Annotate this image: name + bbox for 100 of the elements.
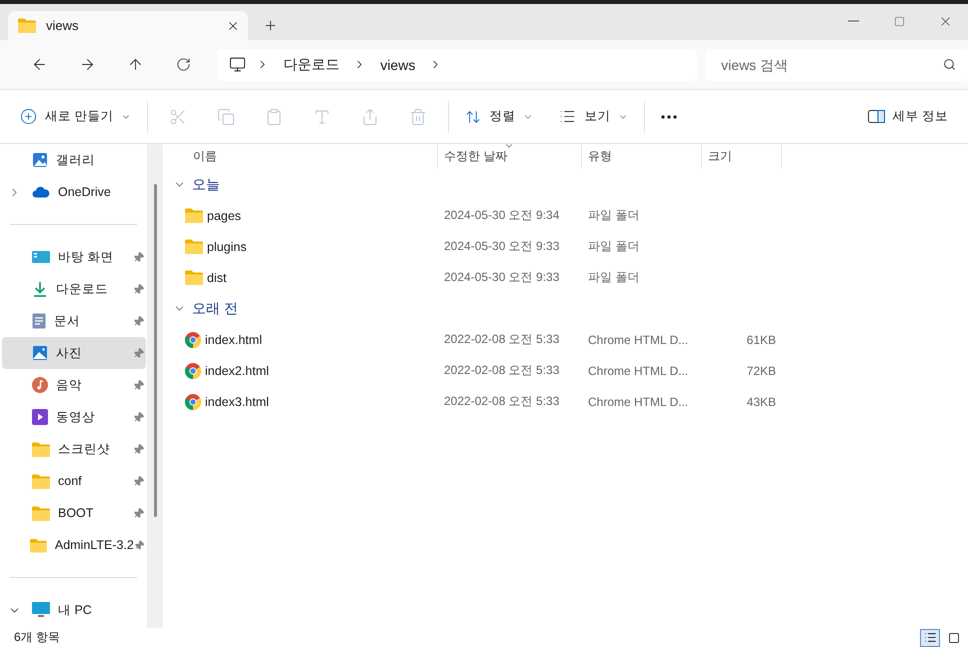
sidebar-item[interactable]: AdminLTE-3.2 — [2, 529, 146, 561]
sidebar-item[interactable]: 바탕 화면 — [2, 241, 146, 273]
file-name[interactable]: index3.html — [205, 394, 269, 408]
sidebar-item[interactable]: 스크린샷 — [2, 433, 146, 465]
gallery-icon — [32, 152, 48, 168]
sidebar-label: OneDrive — [58, 185, 112, 199]
browser-file-icon — [185, 394, 201, 410]
date-cell: 2022-02-08 오전 5:33 — [444, 393, 560, 410]
size-cell: 43KB — [746, 394, 776, 408]
monitor-icon — [229, 56, 246, 73]
folder-icon — [185, 239, 203, 254]
sidebar-label: 사진 — [56, 344, 83, 362]
download-icon — [32, 281, 48, 297]
group-header[interactable]: 오래 전 — [163, 293, 968, 324]
sidebar-item[interactable]: 동영상 — [2, 401, 146, 433]
sidebar-label: 갤러리 — [56, 152, 96, 168]
size-cell: 72KB — [746, 364, 776, 378]
paste-icon — [265, 108, 284, 126]
sidebar-item[interactable]: 음악 — [2, 369, 146, 401]
tab-title: views — [46, 18, 80, 33]
folder-icon — [32, 442, 50, 456]
sidebar-item[interactable]: 다운로드 — [2, 273, 146, 305]
size-cell: 61KB — [746, 332, 776, 346]
plus-circle-icon — [20, 108, 37, 125]
sidebar-label: 문서 — [54, 312, 81, 330]
sidebar-label: conf — [58, 474, 83, 488]
details-pane-button[interactable]: 세부 정보 — [858, 100, 958, 134]
group-header[interactable]: 오늘 — [163, 169, 968, 200]
folder-icon — [185, 270, 203, 285]
tile-icon — [948, 632, 960, 644]
file-name[interactable]: index.html — [205, 332, 262, 346]
rename-icon — [313, 108, 332, 126]
cloud-icon — [32, 186, 50, 198]
sidebar-item[interactable]: 갤러리 — [2, 144, 146, 176]
date-cell: 2022-02-08 오전 5:33 — [444, 362, 560, 379]
date-cell: 2022-02-08 오전 5:33 — [444, 331, 560, 348]
sidebar-label: 동영상 — [56, 408, 96, 426]
sort-button[interactable]: 정렬 — [455, 100, 544, 134]
sidebar-item[interactable]: OneDrive — [2, 176, 146, 208]
breadcrumb[interactable]: views — [376, 56, 420, 72]
date-cell: 2024-05-30 오전 9:34 — [444, 207, 560, 224]
sidebar-item[interactable]: 내 PC — [2, 594, 146, 626]
column-header[interactable]: 이름 — [163, 144, 438, 169]
folder-icon — [185, 208, 203, 223]
minimize-icon — [848, 20, 858, 22]
sidebar-label: 음악 — [56, 376, 83, 394]
address-bar[interactable]: 다운로드 views — [217, 48, 698, 80]
panel-icon — [868, 110, 885, 123]
new-button[interactable]: 새로 만들기 — [10, 100, 142, 134]
maximize-icon — [894, 16, 904, 26]
details-view-button[interactable] — [920, 628, 940, 646]
more-icon — [661, 114, 678, 118]
video-icon — [32, 409, 48, 425]
type-cell: Chrome HTML D... — [588, 394, 688, 408]
search-icon — [942, 58, 956, 70]
file-name[interactable]: pages — [207, 208, 242, 222]
sidebar-label: 스크린샷 — [58, 440, 111, 458]
share-icon — [361, 108, 380, 126]
column-header[interactable]: 수정한 날짜 — [438, 144, 582, 169]
refresh-icon — [176, 57, 191, 72]
folder-icon — [18, 18, 36, 33]
type-cell: Chrome HTML D... — [588, 332, 688, 346]
sidebar-label: AdminLTE-3.2 — [54, 538, 134, 552]
search-field[interactable]: views 검색 — [706, 48, 968, 80]
desktop-icon — [32, 250, 50, 264]
document-icon — [32, 313, 46, 329]
type-cell: 파일 폴더 — [588, 238, 640, 255]
computer-icon — [32, 602, 50, 618]
sidebar-item[interactable]: conf — [2, 465, 146, 497]
file-name[interactable]: index2.html — [205, 364, 269, 378]
column-header[interactable]: 크기 — [702, 144, 782, 169]
sidebar-label: 다운로드 — [56, 280, 109, 298]
sidebar-item[interactable]: BOOT — [2, 497, 146, 529]
file-name[interactable]: dist — [207, 270, 226, 284]
tab[interactable]: views — [8, 11, 248, 40]
item-count: 6개 항목 — [14, 629, 60, 646]
sidebar-label: 바탕 화면 — [58, 248, 114, 266]
music-icon — [32, 377, 48, 393]
sidebar-item[interactable]: 문서 — [2, 305, 146, 337]
file-name[interactable]: plugins — [207, 240, 247, 254]
picture-icon — [32, 345, 48, 361]
delete-icon — [409, 108, 428, 126]
sidebar-label: BOOT — [58, 506, 94, 520]
type-cell: 파일 폴더 — [588, 207, 640, 224]
sort-icon — [465, 108, 482, 124]
copy-icon — [217, 108, 236, 126]
sidebar-item[interactable]: 사진 — [2, 337, 146, 369]
cut-icon — [169, 108, 188, 126]
folder-icon — [30, 538, 47, 552]
date-cell: 2024-05-30 오전 9:33 — [444, 269, 560, 286]
browser-file-icon — [185, 332, 201, 348]
breadcrumb[interactable]: 다운로드 — [279, 56, 344, 74]
folder-icon — [32, 474, 50, 488]
view-button[interactable]: 보기 — [549, 100, 638, 134]
scrollbar-thumb[interactable] — [154, 184, 156, 517]
column-header[interactable]: 유형 — [582, 144, 702, 169]
type-cell: Chrome HTML D... — [588, 364, 688, 378]
folder-icon — [32, 506, 50, 520]
sidebar-label: 내 PC — [58, 602, 93, 618]
browser-file-icon — [185, 362, 201, 378]
